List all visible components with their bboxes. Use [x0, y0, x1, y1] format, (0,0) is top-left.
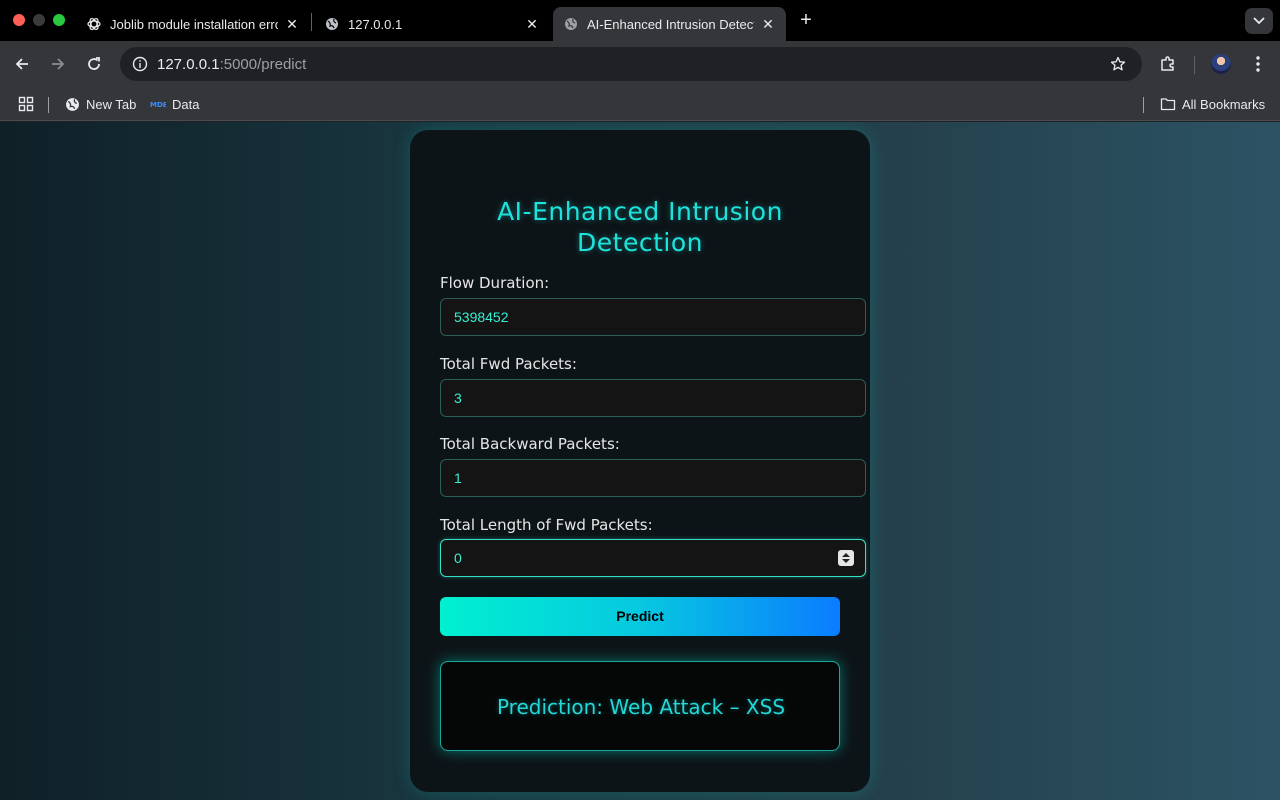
- window-zoom-button[interactable]: [53, 14, 65, 26]
- browser-menu-button[interactable]: [1246, 52, 1270, 76]
- forward-arrow-icon: [52, 58, 65, 70]
- reload-icon: [88, 57, 100, 70]
- prediction-result-text: Prediction: Web Attack – XSS: [496, 695, 786, 719]
- bookmark-label: New Tab: [86, 96, 137, 112]
- back-button[interactable]: [10, 52, 34, 76]
- tab-search-button[interactable]: [1245, 8, 1273, 34]
- apps-button[interactable]: [18, 95, 34, 113]
- bookmarks-divider: [48, 97, 49, 113]
- mdb-logo-icon: MDB: [150, 96, 166, 112]
- prediction-result-box: Prediction: Web Attack – XSS: [440, 661, 840, 751]
- folder-icon: [1160, 96, 1176, 112]
- puzzle-icon: [1161, 56, 1174, 71]
- total-backward-packets-label: Total Backward Packets:: [440, 435, 620, 453]
- bookmark-label: Data: [172, 96, 200, 112]
- total-length-fwd-packets-label: Total Length of Fwd Packets:: [440, 516, 653, 534]
- title-line-1: AI-Enhanced Intrusion: [497, 197, 783, 226]
- tab-joblib[interactable]: Joblib module installation erro ✕: [76, 7, 310, 41]
- flow-duration-input[interactable]: 5398452: [440, 298, 866, 336]
- bookmark-data[interactable]: MDB Data: [150, 95, 199, 113]
- tab-title: AI-Enhanced Intrusion Detect: [587, 16, 754, 32]
- total-length-fwd-packets-input[interactable]: 0: [440, 539, 866, 577]
- all-bookmarks-button[interactable]: All Bookmarks: [1160, 95, 1265, 113]
- tab-strip: Joblib module installation erro ✕ 127.0.…: [0, 0, 1280, 41]
- site-info-icon[interactable]: [128, 52, 152, 76]
- all-bookmarks-label: All Bookmarks: [1182, 96, 1266, 112]
- close-icon[interactable]: ✕: [524, 16, 540, 32]
- window-minimize-button[interactable]: [33, 14, 45, 26]
- url-host: 127.0.0.1: [157, 56, 220, 73]
- url-path: :5000/predict: [219, 56, 307, 73]
- prediction-card: AI-Enhanced Intrusion Detection Flow Dur…: [410, 130, 870, 792]
- bookmarks-bar: New Tab MDB Data All Bookmarks: [0, 87, 1280, 121]
- tab-divider: [311, 13, 312, 31]
- close-icon[interactable]: ✕: [760, 16, 776, 32]
- bookmark-star-icon[interactable]: [1106, 52, 1130, 76]
- spinner-up-icon[interactable]: [842, 553, 850, 557]
- forward-button[interactable]: [46, 52, 70, 76]
- tab-localhost[interactable]: 127.0.0.1 ✕: [314, 7, 550, 41]
- number-spinner[interactable]: [838, 550, 854, 566]
- chevron-down-icon: [1253, 17, 1265, 25]
- svg-text:MDB: MDB: [150, 101, 166, 109]
- address-bar[interactable]: 127.0.0.1:5000/predict: [120, 47, 1142, 81]
- reload-button[interactable]: [82, 52, 106, 76]
- globe-icon: [563, 16, 579, 32]
- predict-button[interactable]: Predict: [440, 597, 840, 636]
- flow-duration-label: Flow Duration:: [440, 274, 550, 292]
- extensions-button[interactable]: [1156, 52, 1180, 76]
- bookmark-new-tab[interactable]: New Tab: [64, 95, 136, 113]
- page-title: AI-Enhanced Intrusion Detection: [410, 196, 870, 258]
- window-close-button[interactable]: [13, 14, 25, 26]
- url-text: 127.0.0.1:5000/predict: [157, 56, 306, 73]
- new-tab-button[interactable]: +: [796, 10, 816, 30]
- profile-avatar[interactable]: [1211, 54, 1231, 74]
- total-fwd-packets-label: Total Fwd Packets:: [440, 355, 577, 373]
- tab-intrusion-detection[interactable]: AI-Enhanced Intrusion Detect ✕: [553, 7, 786, 41]
- total-length-fwd-packets-value: 0: [454, 550, 462, 566]
- apps-grid-icon: [18, 96, 34, 112]
- globe-icon: [324, 16, 340, 32]
- total-fwd-packets-input[interactable]: 3: [440, 379, 866, 417]
- browser-toolbar: 127.0.0.1:5000/predict: [0, 41, 1280, 87]
- globe-icon: [64, 96, 80, 112]
- toolbar-divider: [1194, 56, 1195, 74]
- tab-title: Joblib module installation erro: [110, 16, 278, 32]
- back-arrow-icon: [15, 58, 28, 70]
- total-backward-packets-input[interactable]: 1: [440, 459, 866, 497]
- more-vert-icon: [1256, 56, 1260, 72]
- spinner-down-icon[interactable]: [842, 559, 850, 563]
- bookmarks-divider: [1143, 97, 1144, 113]
- close-icon[interactable]: ✕: [284, 16, 300, 32]
- title-line-2: Detection: [577, 228, 703, 257]
- page-viewport: AI-Enhanced Intrusion Detection Flow Dur…: [0, 122, 1280, 800]
- tab-title: 127.0.0.1: [348, 16, 403, 32]
- chatgpt-icon: [86, 16, 102, 32]
